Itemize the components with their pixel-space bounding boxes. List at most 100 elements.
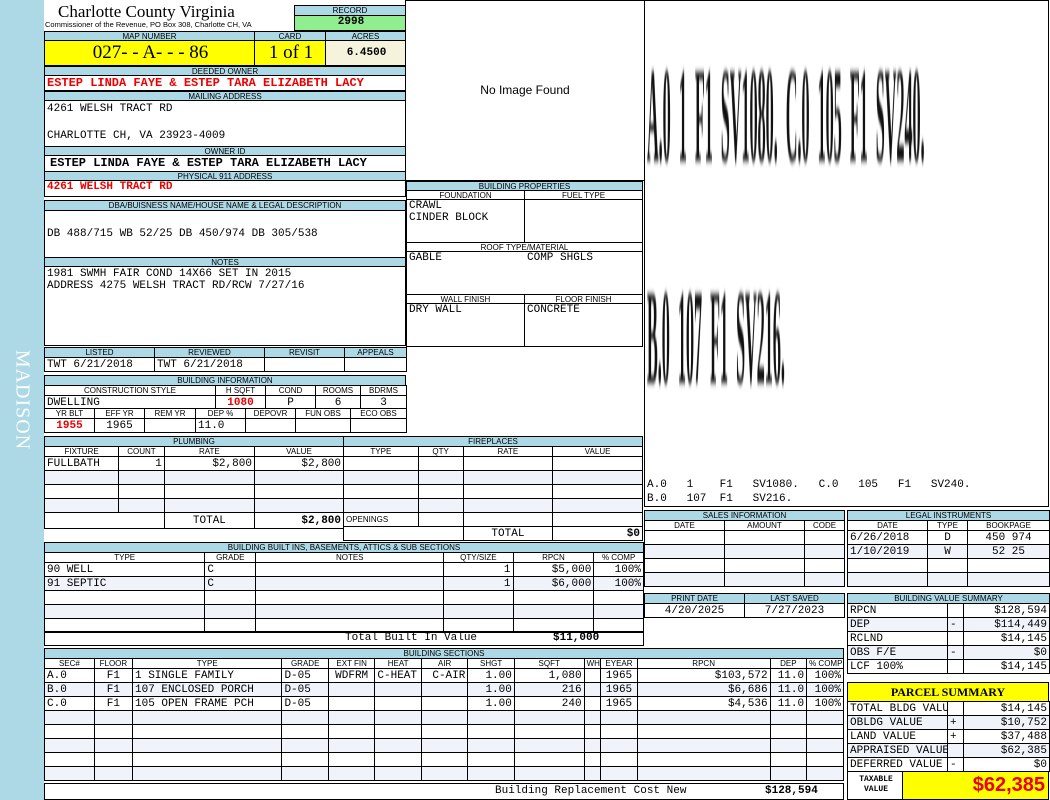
- sections-total-label: Building Replacement Cost New: [495, 785, 687, 797]
- sections-cell: [44, 766, 95, 781]
- sections-cell: [420, 738, 469, 753]
- value_summary-cell: [947, 631, 964, 646]
- value_summary-row: OBS F/E - $0: [847, 645, 1050, 660]
- foundation-value: CRAWL CINDER BLOCK: [406, 199, 525, 243]
- sections-cell: 11.0: [769, 682, 808, 697]
- fun-obs-value: [295, 418, 351, 433]
- plumbing-total: TOTAL $2,800: [44, 512, 345, 529]
- parcel_summary-cell: OBLDG VALUE: [847, 715, 948, 730]
- sections-cell: [131, 738, 283, 753]
- instruments-cell: 52 25: [966, 544, 1050, 559]
- value_summary-cell: -: [947, 617, 964, 632]
- sections-header: DEP: [769, 658, 808, 669]
- parcel_summary-cell: $14,145: [963, 701, 1050, 716]
- plumbing-cell: [163, 470, 255, 485]
- instruments-row: [847, 572, 1050, 587]
- fireplaces-total: TOTAL $0: [343, 526, 643, 541]
- sections-cell: 1,080: [513, 668, 585, 683]
- rem-yr-label: REM YR: [144, 408, 196, 419]
- sections-title: BUILDING SECTIONS: [44, 648, 844, 659]
- parcel-summary-title: PARCEL SUMMARY: [847, 682, 1049, 702]
- plumbing-cell: [118, 484, 165, 499]
- value_summary-cell: $114,449: [963, 617, 1050, 632]
- builtins-cell: [443, 604, 514, 619]
- sections-cell: [600, 766, 638, 781]
- fireplaces-cell: [417, 470, 464, 485]
- plumbing-row: FULLBATH 1 $2,800 $2,800: [43, 456, 345, 471]
- sales-header: AMOUNT: [724, 520, 805, 531]
- plumbing-header: FIXTURE: [43, 446, 120, 457]
- photo-placeholder: No Image Found: [405, 0, 645, 181]
- sections-cell: 1965: [600, 696, 638, 711]
- roof-material: COMP SHGLS: [527, 252, 594, 264]
- sections-row: C.0 F1 105 OPEN FRAME PCH D-05 1.00 240 1965 $4…: [44, 696, 844, 711]
- instruments-cell: W: [927, 544, 968, 559]
- review-header: REVIEWED: [154, 347, 265, 358]
- value_summary-row: RCLND $14,145: [847, 631, 1050, 646]
- sections-cell: [327, 696, 376, 711]
- instruments-cell: [966, 558, 1050, 573]
- fireplaces-cell: [462, 484, 554, 499]
- plumbing-cell: [253, 484, 345, 499]
- sections-cell: 1.00: [467, 668, 515, 683]
- construction-style-label: CONSTRUCTION STYLE: [44, 385, 216, 396]
- plumbing-cell: [118, 470, 165, 485]
- review-row: TWT 6/21/2018 TWT 6/21/2018: [44, 357, 407, 372]
- sections-cell: [131, 752, 283, 767]
- sections-cell: [769, 724, 808, 739]
- builtins-total-label: Total Built In Value: [345, 632, 478, 644]
- building-info-table-1: CONSTRUCTION STYLE H SQFT COND ROOMS BDRMS D…: [44, 385, 407, 410]
- sections-cell: [93, 766, 134, 781]
- instruments-row: 1/10/2019 W 52 25: [847, 544, 1050, 559]
- sales-cell: [803, 558, 846, 573]
- builtins-header: GRADE: [204, 552, 257, 563]
- fun-obs-label: FUN OBS: [295, 408, 351, 419]
- parcel_summary-row: TOTAL BLDG VALUE $14,145: [847, 701, 1050, 716]
- fireplaces-row: [343, 456, 643, 471]
- sections-cell: [44, 738, 95, 753]
- fireplaces-cell: [462, 470, 554, 485]
- builtins-cell: [204, 590, 257, 605]
- acres-value: 6.4500: [325, 40, 406, 66]
- sections-cell: [636, 752, 771, 767]
- sections-cell: [374, 738, 422, 753]
- sections-header: FLOOR: [93, 658, 134, 669]
- sections-cell: [281, 710, 329, 725]
- value_summary-title: BUILDING VALUE SUMMARY: [847, 593, 1050, 604]
- builtins-cell: [512, 604, 595, 619]
- instruments-cell: [927, 572, 968, 587]
- sections-cell: [636, 710, 771, 725]
- value_summary-cell: RCLND: [847, 631, 948, 646]
- review-header: APPEALS: [344, 347, 407, 358]
- value_summary-row: RPCN $128,594: [847, 603, 1050, 618]
- sections-cell: [420, 752, 469, 767]
- sections-header: SEC#: [44, 658, 95, 669]
- sales-cell: [644, 530, 725, 545]
- sections-cell: C-HEAT: [374, 668, 422, 683]
- foundation-line-1: CRAWL: [409, 200, 443, 212]
- builtins-cell: 90 WELL: [43, 562, 206, 577]
- dates-table: PRINT DATE LAST SAVED 4/20/2025 7/27/2023: [644, 593, 845, 618]
- rooms-label: ROOMS: [315, 385, 361, 396]
- parcel_summary-cell: +: [947, 729, 964, 744]
- sections-cell: [583, 668, 602, 683]
- plumbing-cell: [43, 484, 120, 499]
- sections-header: SHGT: [467, 658, 515, 669]
- sections-cell: 1.00: [467, 682, 515, 697]
- fireplaces-total-value: $0: [552, 526, 643, 541]
- parcel_summary-cell: DEFERRED VALUE: [847, 757, 948, 772]
- sections-cell: [374, 696, 422, 711]
- building-info-table-2: YR BLT EFF YR REM YR DEP % DEPOVR FUN OBS ECO …: [44, 408, 407, 433]
- sections-cell: [327, 738, 376, 753]
- sections-cell: [600, 752, 638, 767]
- builtins-table: BUILDING BUILT INS, BASEMENTS, ATTICS & …: [43, 542, 644, 633]
- builtins-header: % COMP: [593, 552, 644, 563]
- review-cell: TWT 6/21/2018: [154, 357, 265, 372]
- dates-row: 4/20/2025 7/27/2023: [644, 603, 845, 618]
- review-header: LISTED: [44, 347, 155, 358]
- sections-row: [44, 710, 844, 725]
- sections-cell: [769, 710, 808, 725]
- sections-total-row: Building Replacement Cost New $128,594: [44, 783, 844, 800]
- sections-cell: F1: [93, 682, 134, 697]
- sections-cell: 1 SINGLE FAMILY: [131, 668, 283, 683]
